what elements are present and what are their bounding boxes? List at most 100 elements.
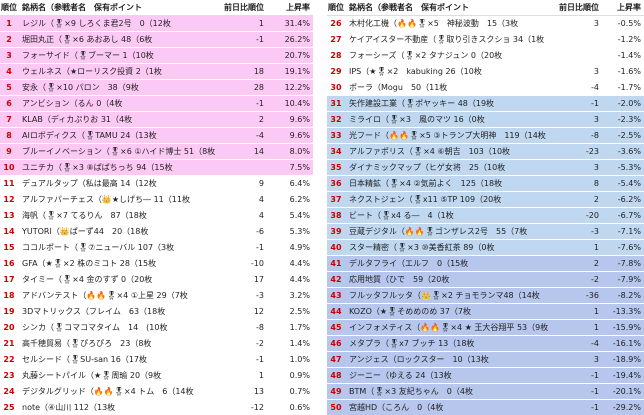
prev-rank-change-cell: 17 — [253, 275, 264, 284]
rank-cell: 30 — [330, 83, 342, 92]
rank-cell: 45 — [330, 323, 342, 332]
rise-rate-cell: -7.1% — [617, 227, 641, 236]
table-row: 14 YUTORI（👑ぱーず44 20（18枚 -6 5.3% — [0, 224, 313, 240]
rise-rate-cell: 2.5% — [289, 307, 310, 316]
rank-cell: 18 — [3, 291, 15, 300]
table-row: 43 フルッタフルッタ（👑🎖×2 チョモランマ48（14枚 -36 -8.2% — [327, 288, 644, 304]
rank-cell: 40 — [330, 243, 342, 252]
prev-rank-change-cell — [222, 160, 264, 176]
stock-name-cell: ユニチカ（🎖×3 ⑧ぱぱちっち 94（15枚 — [22, 163, 173, 172]
rank-cell: 44 — [330, 307, 342, 316]
table-header: 順位 銘柄名（参戦者名 保有ポイント 前日比順位 上昇率 — [0, 0, 313, 16]
rise-rate-cell: 5.4% — [289, 211, 310, 220]
rise-rate-cell: -15.9% — [612, 323, 641, 332]
table-row: 41 デルタフライ（エルフ 0（15枚 2 -7.8% — [327, 256, 644, 272]
header-rate: 上昇率 — [617, 3, 641, 12]
rise-rate-cell: 31.4% — [284, 19, 310, 28]
table-body-right: 26 木村化工機（🔥🔥🎖×5 神秘波動 15（3枚 3 -0.5% 27 ケイアイスター不… — [327, 16, 644, 415]
table-row: 20 シンカ（🎖コマコマタイム 14 (10枚 -8 1.7% — [0, 320, 313, 336]
stock-name-cell: デジタルグリッド（🔥🔥🎖×4 トム 6（14枚 — [22, 387, 194, 396]
table-row: 11 デュアルタップ（私は最高 14（12枚 9 6.4% — [0, 176, 313, 192]
table-row: 45 インフォメティス（🔥🔥🎖×4 ★ 王大谷翔平 53（9枚 1 -15.9% — [327, 320, 644, 336]
rise-rate-cell: -7.9% — [617, 275, 641, 284]
rise-rate-cell: -19.4% — [612, 371, 641, 380]
stock-name-cell: シンカ（🎖コマコマタイム 14 (10枚 — [22, 323, 168, 332]
table-row: 10 ユニチカ（🎖×3 ⑧ぱぱちっち 94（15枚 7.5% — [0, 160, 313, 176]
header-rate: 上昇率 — [286, 3, 310, 12]
table-row: 9 ブルーイノベーション（🎖×6 ①ハイド博士 51（8枚 14 8.0% — [0, 144, 313, 160]
table-row: 37 ネクストジェン（🎖x11 ⑤TP 109（20枚 2 -6.2% — [327, 192, 644, 208]
table-row: 36 日本精鉱（🎖×4 ②気前よく 125（18枚 8 -5.4% — [327, 176, 644, 192]
stock-name-cell: アンジェス（ロックスター 10（13枚 — [349, 355, 489, 364]
table-row: 15 ココルポート（🎖⑦ニューバル 107（3枚 -1 4.9% — [0, 240, 313, 256]
stock-name-cell: 高千穂貿易（🎖ぴろぴろ 23（8枚 — [22, 339, 152, 348]
stock-name-cell: 応用地質（ひで 59（20枚 — [349, 275, 450, 284]
rank-cell: 2 — [6, 35, 12, 44]
rise-rate-cell: 6.2% — [289, 195, 310, 204]
stock-name-cell: ビート（🎖x4 る― 4（1枚 — [349, 211, 454, 220]
rise-rate-cell: 1.7% — [289, 323, 310, 332]
prev-rank-change-cell: -23 — [585, 147, 599, 156]
rise-rate-cell: 4.4% — [289, 275, 310, 284]
rank-cell: 5 — [6, 83, 12, 92]
rank-cell: 42 — [330, 275, 342, 284]
rise-rate-cell: 8.0% — [289, 147, 310, 156]
table-row: 5 安永（🎖×10 パロン 38（9枚 28 12.2% — [0, 80, 313, 96]
stock-name-cell: note（④山川 112（13枚 — [22, 403, 116, 412]
ranking-table-left: 順位 銘柄名（参戦者名 保有ポイント 前日比順位 上昇率 1 レジル（🎖×9 しろ… — [0, 0, 313, 415]
prev-rank-change-cell: -2 — [256, 339, 264, 348]
rank-cell: 3 — [6, 51, 12, 60]
rank-cell: 41 — [330, 259, 342, 268]
stock-name-cell: 豆蔵デジタル（🔥🔥🎖ゴンザレス2号 55（7枚 — [349, 227, 528, 236]
table-row: 4 ウェルネス（★ローリスク投資 2（1枚 18 19.1% — [0, 64, 313, 80]
prev-rank-change-cell: 3 — [593, 355, 599, 364]
stock-name-cell: AIロボディクス（🎖TAMU 24（13枚 — [22, 131, 157, 140]
prev-rank-change-cell: -1 — [591, 387, 599, 396]
rise-rate-cell: 19.1% — [284, 67, 310, 76]
rank-cell: 19 — [3, 307, 15, 316]
prev-rank-change-cell: -3 — [591, 227, 599, 236]
stock-name-cell: アルファパーチェス（👑★しげち― 11（11枚 — [22, 195, 190, 204]
prev-rank-change-cell: -1 — [256, 355, 264, 364]
prev-rank-change-cell: 4 — [258, 211, 264, 220]
rise-rate-cell: 9.6% — [289, 115, 310, 124]
rank-cell: 22 — [3, 355, 15, 364]
table-row: 8 AIロボディクス（🎖TAMU 24（13枚 -4 9.6% — [0, 128, 313, 144]
table-row: 18 アドバンテスト（🔥🔥🎖×4 ①上星 29（7枚 -3 3.2% — [0, 288, 313, 304]
table-row: 39 豆蔵デジタル（🔥🔥🎖ゴンザレス2号 55（7枚 -3 -7.1% — [327, 224, 644, 240]
stock-name-cell: 木村化工機（🔥🔥🎖×5 神秘波動 15（3枚 — [349, 19, 519, 28]
rank-cell: 27 — [330, 35, 342, 44]
prev-rank-change-cell: -1 — [591, 403, 599, 412]
table-row: 22 セルシード（🎖SU-san 16（17枚 -1 1.0% — [0, 352, 313, 368]
prev-rank-change-cell: 3 — [593, 163, 599, 172]
table-row: 12 アルファパーチェス（👑★しげち― 11（11枚 4 6.2% — [0, 192, 313, 208]
header-prev: 前日比順位 — [224, 3, 264, 12]
prev-rank-change-cell: 2 — [593, 195, 599, 204]
rise-rate-cell: -2.0% — [617, 99, 641, 108]
prev-rank-change-cell: -36 — [585, 291, 599, 300]
table-row: 50 宮越HD（ころん 0（4枚 -1 -29.2% — [327, 400, 644, 415]
table-row: 46 メタプラ（🎖x7 ブッチ 13（18枚 -4 -16.1% — [327, 336, 644, 352]
table-row: 31 矢作建設工業（🎖ポヤッキー 48（19枚 -1 -2.0% — [327, 96, 644, 112]
prev-rank-change-cell: 18 — [253, 67, 264, 76]
stock-name-cell: YUTORI（👑ぱーず44 20（18枚 — [22, 227, 149, 236]
stock-name-cell: ウェルネス（★ローリスク投資 2（1枚 — [22, 67, 162, 76]
stock-name-cell: 光フード（🔥🔥🎖×5 ③トランプ大明神 119（14枚 — [349, 131, 546, 140]
table-row: 49 BTM（🎖×3 友紀ちゃん 0（4枚 -1 -20.1% — [327, 384, 644, 400]
prev-rank-change-cell: -1 — [591, 371, 599, 380]
rank-cell: 28 — [330, 51, 342, 60]
rise-rate-cell: 12.2% — [284, 83, 310, 92]
prev-rank-change-cell: -1 — [256, 243, 264, 252]
rise-rate-cell: -29.2% — [612, 403, 641, 412]
prev-rank-change-cell: -20 — [585, 211, 599, 220]
stock-name-cell: デュアルタップ（私は最高 14（12枚 — [22, 179, 157, 188]
rank-cell: 31 — [330, 99, 342, 108]
rise-rate-cell: -1.2% — [617, 35, 641, 44]
rank-cell: 32 — [330, 115, 342, 124]
stock-name-cell: タイミー（🎖×4 金のすず 0（20枚 — [22, 275, 153, 284]
prev-rank-change-cell: 3 — [593, 19, 599, 28]
stock-name-cell: 安永（🎖×10 パロン 38（9枚 — [22, 83, 139, 92]
table-row: 3 フォーサイド（🎖ブーマー 1（10枚 20.7% — [0, 48, 313, 64]
stock-name-cell: KLAB（ディカぷりお 31（4枚 — [22, 115, 133, 124]
prev-rank-change-cell — [555, 48, 599, 64]
